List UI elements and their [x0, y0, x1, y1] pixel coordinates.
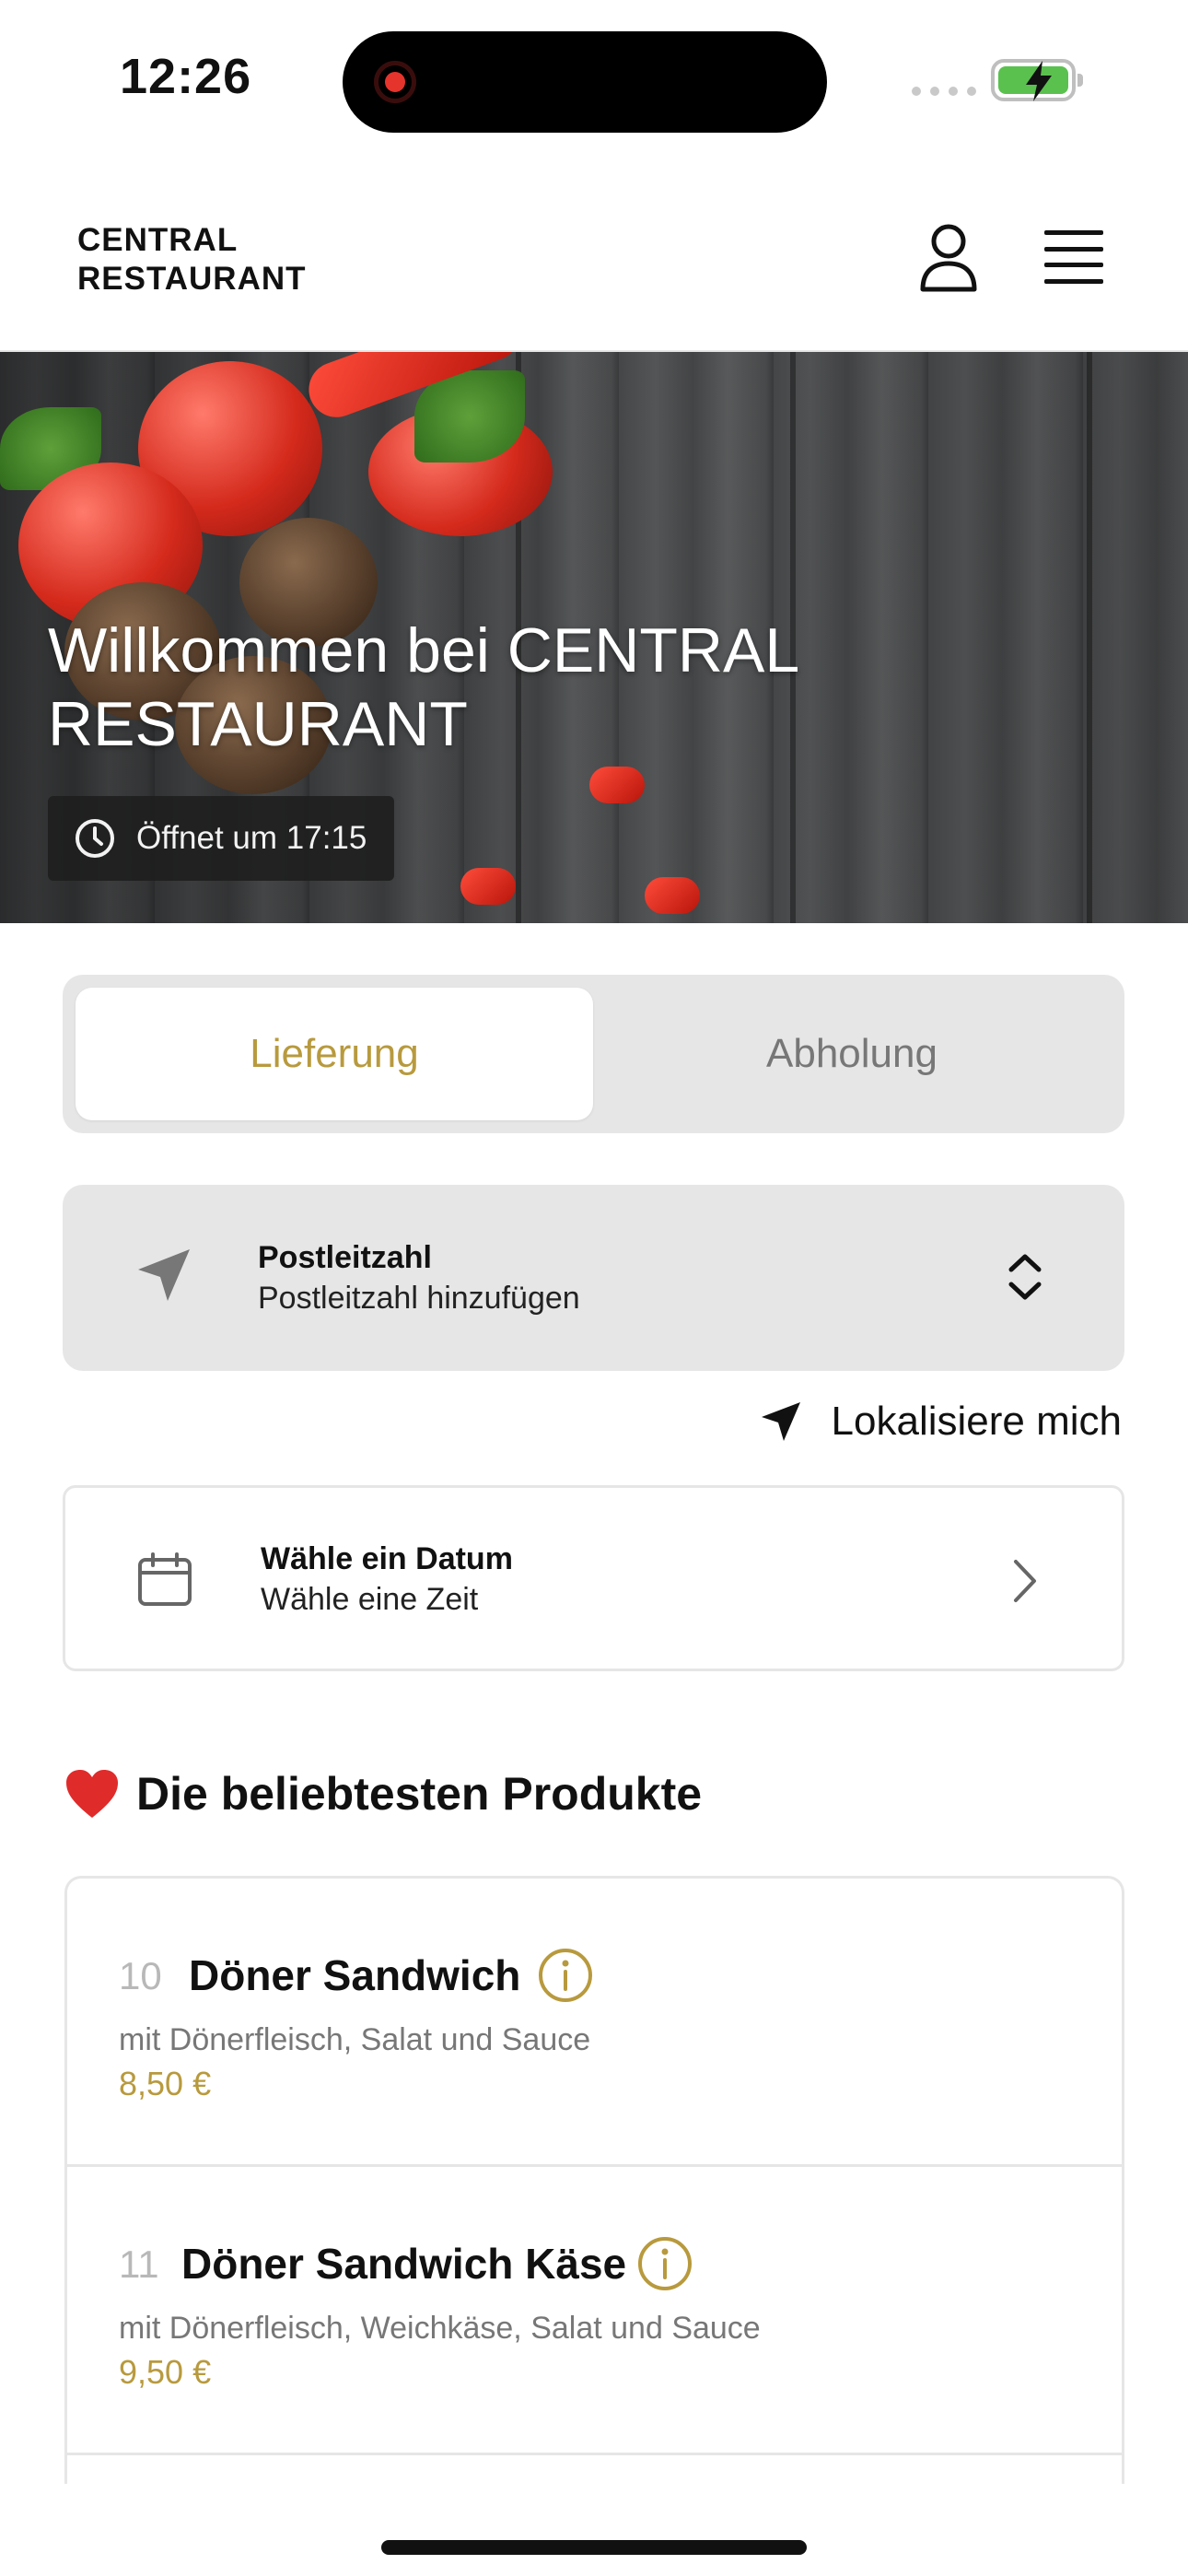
postal-code-value: Postleitzahl hinzufügen	[258, 1281, 580, 1316]
product-name: Döner Sandwich	[189, 1951, 521, 1999]
product-item[interactable]: 10 Döner Sandwich mit Dönerfleisch, Sala…	[67, 1879, 1122, 2167]
status-bar: 12:26	[0, 0, 1188, 166]
hero-title: Willkommen bei CENTRAL RESTAURANT	[48, 615, 798, 759]
product-list: 10 Döner Sandwich mit Dönerfleisch, Sala…	[64, 1876, 1124, 2484]
postal-code-label: Postleitzahl	[258, 1240, 432, 1275]
locate-me-button[interactable]: Lokalisiere mich	[758, 1399, 1122, 1445]
location-arrow-icon	[761, 1402, 800, 1441]
battery-icon	[991, 59, 1083, 101]
status-time: 12:26	[120, 49, 252, 104]
hero-banner: Willkommen bei CENTRAL RESTAURANT Öffnet…	[0, 352, 1188, 923]
brand-line-1: CENTRAL	[77, 222, 239, 258]
up-down-chevron-icon	[1008, 1254, 1042, 1300]
heart-icon	[66, 1770, 118, 1818]
home-indicator[interactable]	[381, 2540, 807, 2555]
info-icon[interactable]	[636, 2235, 693, 2292]
brand-line-2: RESTAURANT	[77, 261, 307, 297]
product-price: 9,50 €	[119, 2353, 212, 2391]
brand-logo[interactable]: CENTRAL RESTAURANT	[77, 221, 307, 299]
user-icon[interactable]	[917, 223, 980, 293]
product-description: mit Dönerfleisch, Salat und Sauce	[119, 2022, 591, 2057]
product-description: mit Dönerfleisch, Weichkäse, Salat und S…	[119, 2311, 761, 2346]
product-number: 11	[119, 2242, 159, 2286]
popular-products-heading: Die beliebtesten Produkte	[64, 1767, 702, 1821]
calendar-icon	[138, 1552, 192, 1606]
opening-hours-text: Öffnet um 17:15	[136, 820, 367, 856]
product-item[interactable]: 11 Döner Sandwich Käse mit Dönerfleisch,…	[67, 2167, 1122, 2455]
hamburger-menu-icon[interactable]	[1044, 230, 1103, 284]
postal-code-select[interactable]: Postleitzahl Postleitzahl hinzufügen	[63, 1185, 1124, 1371]
location-arrow-icon	[138, 1249, 190, 1301]
signal-icon	[912, 87, 976, 96]
tab-pickup[interactable]: Abholung	[593, 988, 1111, 1120]
chevron-right-icon	[1014, 1560, 1036, 1602]
app-header: CENTRAL RESTAURANT	[0, 166, 1188, 352]
popular-products-title: Die beliebtesten Produkte	[136, 1768, 703, 1820]
date-time-picker[interactable]: Wähle ein Datum Wähle eine Zeit	[63, 1485, 1124, 1671]
delivery-mode-toggle: Lieferung Abholung	[63, 975, 1124, 1133]
dynamic-island	[343, 31, 827, 133]
locate-me-label: Lokalisiere mich	[831, 1399, 1122, 1444]
product-price: 8,50 €	[119, 2065, 212, 2102]
time-label: Wähle eine Zeit	[261, 1582, 479, 1617]
product-number: 10	[119, 1954, 162, 1997]
info-icon[interactable]	[537, 1947, 594, 2004]
clock-icon	[76, 819, 114, 858]
recording-icon	[374, 61, 416, 103]
date-label: Wähle ein Datum	[261, 1541, 513, 1576]
product-name: Döner Sandwich Käse	[181, 2240, 627, 2288]
opening-hours-badge: Öffnet um 17:15	[48, 796, 395, 881]
tab-delivery[interactable]: Lieferung	[76, 988, 593, 1120]
